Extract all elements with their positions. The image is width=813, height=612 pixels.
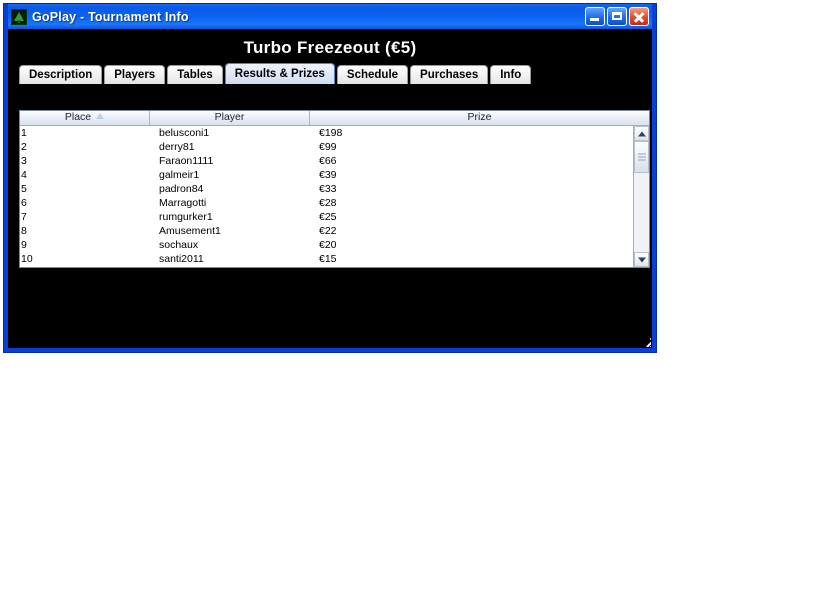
results-list-panel: Place Player Prize 1 belusconi1 €198 2 derry… [19,110,650,268]
column-header-prize[interactable]: Prize [310,111,649,125]
tab-purchases[interactable]: Purchases [410,65,489,84]
cell-place: 9 [21,239,27,251]
cell-place: 2 [21,141,27,153]
cell-player: hardpl [150,266,310,267]
table-row[interactable]: 2 derry81 €99 [20,140,649,154]
cell-player: Amusement1 [159,225,221,237]
pine-tree-icon [11,8,27,25]
tab-tables[interactable]: Tables [167,65,223,84]
window-client-area: Turbo Freezeout (€5) Description Players… [8,29,652,348]
tab-info[interactable]: Info [490,65,532,84]
tab-description[interactable]: Description [19,65,103,84]
column-header-player[interactable]: Player [150,111,310,125]
table-row[interactable]: 10 santi2011 €15 [20,252,649,266]
tournament-info-window: GoPlay - Tournament Info Turbo Freezeout… [3,3,657,353]
tab-players[interactable]: Players [104,65,166,84]
cell-prize: €99 [319,141,337,153]
cell-player: belusconi1 [159,127,210,139]
resize-grip[interactable] [638,334,651,347]
scrollbar-thumb[interactable] [634,141,649,173]
scrollbar-track[interactable] [634,141,649,252]
table-row[interactable]: 3 Faraon1111 €66 [20,154,649,168]
cell-prize: €198 [319,127,343,139]
table-row[interactable]: 1 belusconi1 €198 [20,126,649,140]
cell-prize: €39 [319,169,337,181]
cell-player: sochaux [159,239,199,251]
sort-ascending-icon [96,113,105,120]
table-row[interactable]: 7 rumgurker1 €25 [20,210,649,224]
cell-place: 3 [21,155,27,167]
minimize-button[interactable] [585,7,605,26]
cell-place: 5 [21,183,27,195]
scrollbar-grip-icon [637,153,646,161]
table-row[interactable]: 9 sochaux €20 [20,238,649,252]
cell-player: Faraon1111 [159,155,214,167]
cell-place: 10 [21,253,33,265]
table-row[interactable]: 6 Marragotti €28 [20,196,649,210]
table-row[interactable]: 4 galmeir1 €39 [20,168,649,182]
cell-player: derry81 [159,141,195,153]
table-row[interactable]: 8 Amusement1 €22 [20,224,649,238]
cell-prize: €20 [319,239,337,251]
cell-player: padron84 [159,183,204,195]
maximize-button[interactable] [607,7,627,26]
cell-prize: €15 [319,253,337,265]
page-title: Turbo Freezeout (€5) [243,38,417,57]
cell-prize: €66 [319,155,337,167]
cell-player: santi2011 [159,253,204,265]
chevron-down-icon [637,257,646,262]
cell-place: 4 [21,169,27,181]
column-header-place[interactable]: Place [20,111,150,125]
cell-player: galmeir1 [159,169,200,181]
cell-place: 11 [20,266,150,267]
table-row[interactable]: 11hardpl€15 [20,266,649,267]
cell-place: 7 [21,211,27,223]
cell-prize: €22 [319,225,337,237]
cell-prize: €25 [319,211,337,223]
tab-bar: Description Players Tables Results & Pri… [8,63,652,84]
cell-prize: €15 [310,266,649,267]
cell-place: 8 [21,225,27,237]
cell-prize: €33 [319,183,337,195]
column-header-place-label: Place [64,111,92,123]
chevron-up-icon [637,131,646,136]
cell-place: 6 [21,197,27,209]
cell-place: 1 [21,127,27,139]
table-rows-area: 1 belusconi1 €198 2 derry81 €99 3 Faraon1111 €66… [20,126,649,267]
tab-results-prizes[interactable]: Results & Prizes [224,63,335,84]
close-button[interactable] [629,7,649,26]
cell-player: rumgurker1 [159,211,213,223]
scroll-up-button[interactable] [634,126,649,141]
cell-prize: €28 [319,197,337,209]
tab-schedule[interactable]: Schedule [336,65,409,84]
window-title: GoPlay - Tournament Info [32,9,189,24]
scroll-down-button[interactable] [634,252,649,267]
vertical-scrollbar[interactable] [633,126,649,267]
table-row[interactable]: 5 padron84 €33 [20,182,649,196]
table-header-row: Place Player Prize [20,111,649,126]
cell-player: Marragotti [159,197,207,209]
window-controls [585,7,649,26]
window-titlebar[interactable]: GoPlay - Tournament Info [8,4,652,29]
